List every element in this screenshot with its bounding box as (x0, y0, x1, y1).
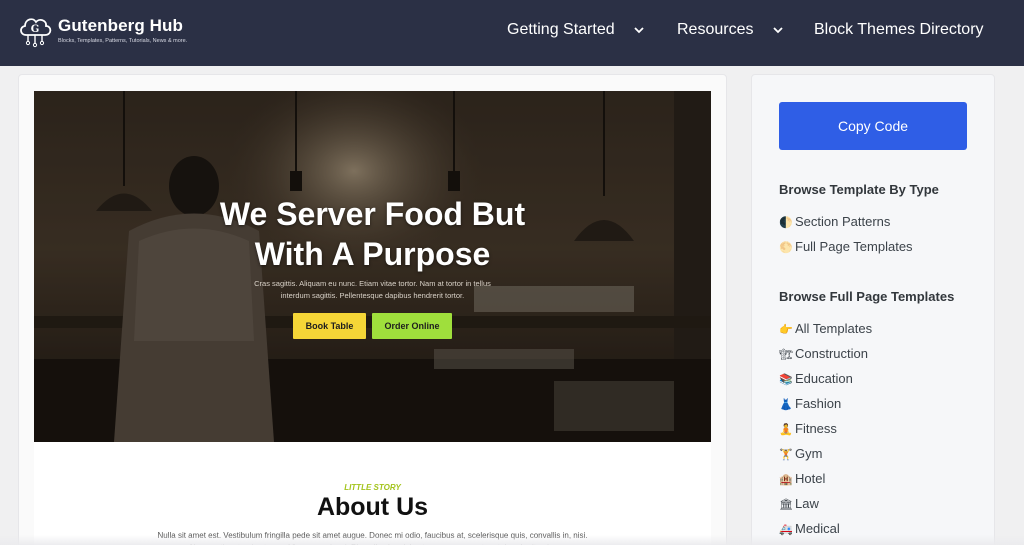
hero-title: We Server Food But With A Purpose (34, 194, 711, 274)
hero-title-line-1: We Server Food But (219, 196, 526, 232)
half-moon-icon: 🌓 (779, 217, 793, 229)
sidebar-item-education[interactable]: 📚 Education (779, 371, 853, 386)
full-moon-icon: 🌕 (779, 242, 793, 254)
sidebar-item-fashion[interactable]: 👗 Fashion (779, 396, 841, 411)
sidebar-item-hotel[interactable]: 🏨 Hotel (779, 471, 825, 486)
sidebar-item-label: Fitness (795, 421, 837, 436)
sidebar-item-label: Fashion (795, 396, 842, 411)
sidebar-item-label: Gym (795, 446, 823, 461)
sidebar-item-label: Education (795, 371, 853, 386)
sidebar-item-full-page-templates[interactable]: 🌕 Full Page Templates (779, 239, 913, 254)
sidebar-item-fitness[interactable]: 🧘 Fitness (779, 421, 837, 436)
sidebar-item-all-templates[interactable]: 👉 All Templates (779, 321, 872, 336)
nav-resources[interactable]: Resources (677, 21, 784, 39)
dress-icon: 👗 (779, 399, 793, 411)
sidebar-item-label: Medical (795, 521, 840, 536)
classical-building-icon: 🏛 (779, 499, 793, 511)
nav-getting-started[interactable]: Getting Started (507, 21, 645, 39)
sidebar-item-label: All Templates (795, 321, 873, 336)
sidebar-item-section-patterns[interactable]: 🌓 Section Patterns (779, 214, 890, 229)
about-section: LITTLE STORY About Us Nulla sit amet est… (34, 442, 711, 545)
logo-letter: G (31, 24, 40, 35)
chevron-down-icon (634, 27, 644, 34)
copy-code-button[interactable]: Copy Code (779, 102, 967, 150)
sidebar-item-label: Law (795, 496, 819, 511)
nav-block-themes-directory[interactable]: Block Themes Directory (814, 21, 984, 39)
chevron-down-icon (773, 27, 783, 34)
sidebar-item-construction[interactable]: 🏗 Construction (779, 346, 868, 361)
sidebar-item-law[interactable]: 🏛 Law (779, 496, 819, 511)
hotel-icon: 🏨 (779, 474, 793, 486)
hero-title-line-2: With A Purpose (254, 236, 491, 272)
yoga-icon: 🧘 (779, 424, 793, 436)
sidebar-item-label: Construction (795, 346, 868, 361)
book-table-button[interactable]: Book Table (293, 313, 366, 339)
sidebar-item-label: Hotel (795, 471, 826, 486)
sidebar-item-gym[interactable]: 🏋 Gym (779, 446, 822, 461)
construction-icon: 🏗 (779, 349, 793, 361)
order-online-button[interactable]: Order Online (372, 313, 452, 339)
site-header: G Gutenberg Hub Blocks, Templates, Patte… (0, 0, 1024, 66)
about-kicker: LITTLE STORY (344, 483, 401, 492)
about-title: About Us (316, 493, 429, 521)
sidebar-item-medical[interactable]: 🚑 Medical (779, 521, 840, 536)
nav-label: Getting Started (507, 21, 615, 38)
hero-section: We Server Food But With A Purpose Cras s… (34, 91, 711, 442)
hero-description: Cras sagittis. Aliquam eu nunc. Etiam vi… (254, 279, 491, 300)
bottom-fade (0, 535, 1024, 545)
brand-title[interactable]: Gutenberg Hub (58, 16, 183, 36)
weightlifter-icon: 🏋 (779, 449, 793, 461)
nav-label: Block Themes Directory (814, 21, 984, 38)
sidebar-item-label: Section Patterns (795, 214, 891, 229)
heading-browse-full-page: Browse Full Page Templates (779, 289, 955, 304)
heading-browse-by-type: Browse Template By Type (779, 182, 939, 197)
sidebar-item-label: Full Page Templates (795, 239, 913, 254)
nav-label: Resources (677, 21, 754, 38)
books-icon: 📚 (779, 374, 793, 386)
pointing-hand-icon: 👉 (779, 324, 793, 336)
brand-subtitle: Blocks, Templates, Patterns, Tutorials, … (58, 38, 188, 44)
cloud-logo-icon[interactable]: G (17, 13, 53, 49)
